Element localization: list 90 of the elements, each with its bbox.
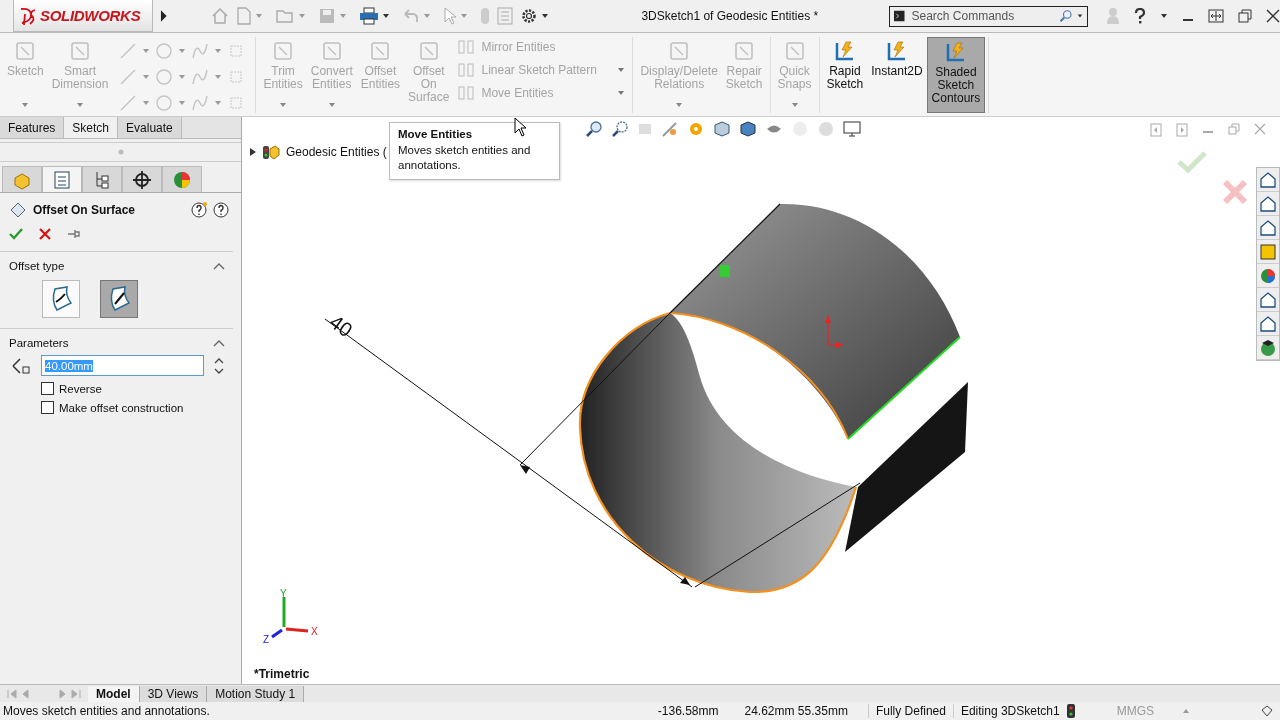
coordinate-x: -136.58mm <box>657 704 719 718</box>
model-tab[interactable]: 3D Views <box>139 685 208 702</box>
new-document-icon[interactable] <box>236 6 253 26</box>
command-tab[interactable]: Sketch <box>64 117 119 138</box>
confirm-check-icon[interactable] <box>1177 151 1207 173</box>
dimension-line[interactable] <box>324 312 861 588</box>
caret-icon[interactable] <box>382 13 391 19</box>
tile-left-icon[interactable] <box>1150 123 1162 137</box>
terminal-icon <box>894 9 905 23</box>
fit-window-icon[interactable] <box>1208 9 1224 23</box>
command-tab[interactable]: Features <box>0 117 65 138</box>
command-button[interactable]: Rapid Sketch <box>822 37 868 113</box>
checkbox[interactable] <box>41 401 54 414</box>
search-input[interactable]: Search Commands <box>909 8 1054 24</box>
window-title: 3DSketch1 of Geodesic Entities * <box>641 9 820 23</box>
close-icon[interactable] <box>1266 9 1280 23</box>
collapse-icon[interactable] <box>213 262 225 270</box>
dimension-value[interactable]: 40 <box>325 310 357 342</box>
home-icon <box>1259 170 1277 189</box>
monitor-icon[interactable] <box>843 121 861 137</box>
tab-scroll-arrows-icon[interactable] <box>4 686 84 701</box>
app-logo[interactable]: SOLIDWORKS <box>13 0 153 32</box>
help-icon[interactable] <box>213 202 229 218</box>
restore-icon[interactable] <box>1238 9 1252 23</box>
print-icon[interactable] <box>359 7 380 25</box>
coordinates-yz: 24.62mm 55.35mm <box>744 704 848 718</box>
property-list-icon <box>52 169 72 190</box>
ds-logo-icon <box>18 5 38 26</box>
search-bar[interactable]: Search Commands <box>889 5 1088 27</box>
tree-item-label[interactable]: Geodesic Entities ( <box>286 145 387 159</box>
caret-icon[interactable] <box>1077 13 1083 19</box>
search-icon[interactable] <box>1058 7 1072 25</box>
settings-icon[interactable] <box>520 7 539 25</box>
command-button[interactable]: Shaded Sketch Contours <box>926 37 986 113</box>
offset-type-button[interactable] <box>100 280 138 318</box>
editing-status: Editing 3DSketch1 <box>952 704 1067 718</box>
display-style-icon[interactable] <box>739 120 757 138</box>
undo-icon[interactable] <box>402 8 421 24</box>
view-orientation-label: *Trimetric <box>254 667 310 681</box>
sketch-status: Fully Defined <box>867 704 953 718</box>
cancel-x-icon[interactable] <box>39 228 51 240</box>
distance-icon <box>11 356 31 375</box>
axis-label: X <box>311 626 318 637</box>
axis-label: Y <box>280 588 287 599</box>
globe-icon <box>1259 338 1277 357</box>
tooltip-text: Moves sketch entities and annotations. <box>398 143 532 173</box>
unit-system[interactable]: MMGS <box>1116 704 1154 718</box>
property-manager-title: Offset On Surface <box>33 203 136 217</box>
caret-icon[interactable] <box>1160 13 1168 19</box>
pointer-icon[interactable] <box>443 7 458 25</box>
checkbox[interactable] <box>41 382 54 395</box>
collapse-icon[interactable] <box>213 339 225 347</box>
command-button[interactable]: Instant2D <box>867 37 927 113</box>
sketch-tools-icon[interactable] <box>661 120 679 138</box>
tile-right-icon[interactable] <box>1176 123 1188 137</box>
pin-icon[interactable] <box>67 228 81 240</box>
tooltip-title: Move Entities <box>398 128 474 140</box>
assembly-icon <box>262 143 280 161</box>
whats-new-help-icon[interactable] <box>191 202 207 218</box>
origin-arrows-icon <box>825 315 844 348</box>
axis-label: Z <box>263 634 270 645</box>
caret-icon[interactable] <box>541 13 550 19</box>
caret-up-icon[interactable] <box>1182 708 1190 714</box>
customize-icon[interactable] <box>1260 704 1274 718</box>
model-tab[interactable]: Model <box>88 685 140 702</box>
section-title: Offset type <box>9 260 65 272</box>
checkbox-label: Make offset construction <box>59 401 184 414</box>
offset-surface-icon <box>9 201 27 219</box>
command-tab[interactable]: Evaluate <box>118 117 182 138</box>
color-wheel-icon <box>172 169 192 190</box>
crosshair-icon <box>132 169 152 190</box>
panel-tab[interactable] <box>122 166 162 192</box>
expand-arrow-icon[interactable] <box>250 148 256 156</box>
save-icon[interactable] <box>318 7 337 25</box>
offset-distance-field[interactable]: 40.00mm <box>41 355 204 376</box>
offset-type-button[interactable] <box>42 280 80 318</box>
model-tab[interactable]: Motion Study 1 <box>207 685 305 702</box>
help-icon[interactable] <box>1134 8 1146 24</box>
axis-triad-icon <box>271 597 309 639</box>
splitter-handle-icon[interactable] <box>117 149 124 155</box>
zoom-area-icon[interactable] <box>611 120 629 138</box>
status-message: Moves sketch entities and annotations. <box>3 704 210 718</box>
logo-text: SOLIDWORKS <box>40 7 141 24</box>
mirror-icon <box>457 39 476 55</box>
expand-arrow-icon[interactable] <box>158 8 169 24</box>
zoom-to-fit-icon[interactable] <box>585 120 603 138</box>
traffic-light-icon[interactable] <box>1066 704 1075 718</box>
section-title: Parameters <box>9 337 69 349</box>
ok-check-icon[interactable] <box>9 227 23 241</box>
checkbox-label: Reverse <box>59 382 102 395</box>
